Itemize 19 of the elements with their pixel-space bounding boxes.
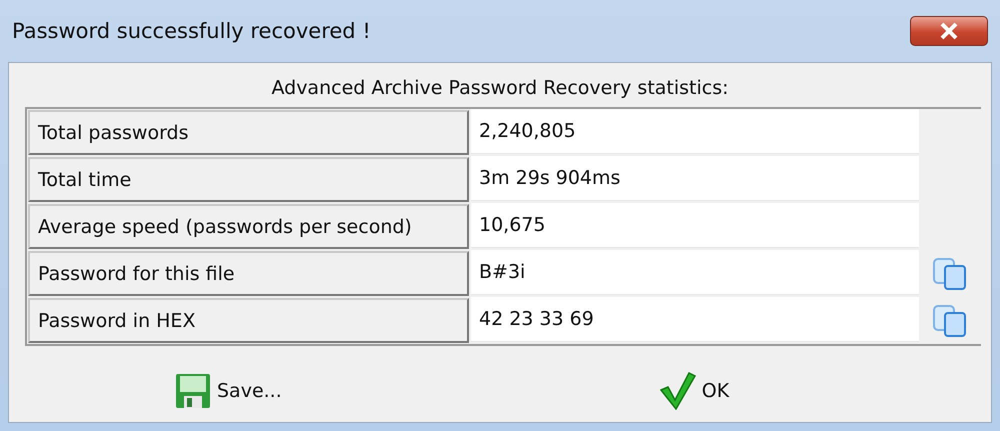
- stat-label: Total time: [28, 157, 469, 202]
- copy-icon[interactable]: [932, 256, 968, 290]
- copy-icon[interactable]: [932, 304, 968, 338]
- save-button[interactable]: Save...: [169, 368, 288, 414]
- close-icon: [939, 22, 959, 40]
- close-button[interactable]: [910, 16, 988, 46]
- statistics-heading: Advanced Archive Password Recovery statistics:: [271, 77, 729, 99]
- stat-value: 10,675: [471, 203, 919, 248]
- stat-value: 42 23 33 69: [471, 297, 919, 342]
- stat-value: B#3i: [471, 250, 919, 295]
- stat-label: Average speed (passwords per second): [28, 204, 469, 249]
- ok-button[interactable]: OK: [654, 368, 736, 414]
- stat-label: Password for this file: [28, 251, 469, 296]
- window-title: Password successfully recovered !: [11, 19, 371, 43]
- stat-value: 2,240,805: [471, 109, 919, 154]
- checkmark-icon: [660, 372, 696, 410]
- stat-label: Total passwords: [28, 110, 469, 155]
- stat-value: 3m 29s 904ms: [471, 156, 919, 201]
- stat-label: Password in HEX: [28, 298, 469, 343]
